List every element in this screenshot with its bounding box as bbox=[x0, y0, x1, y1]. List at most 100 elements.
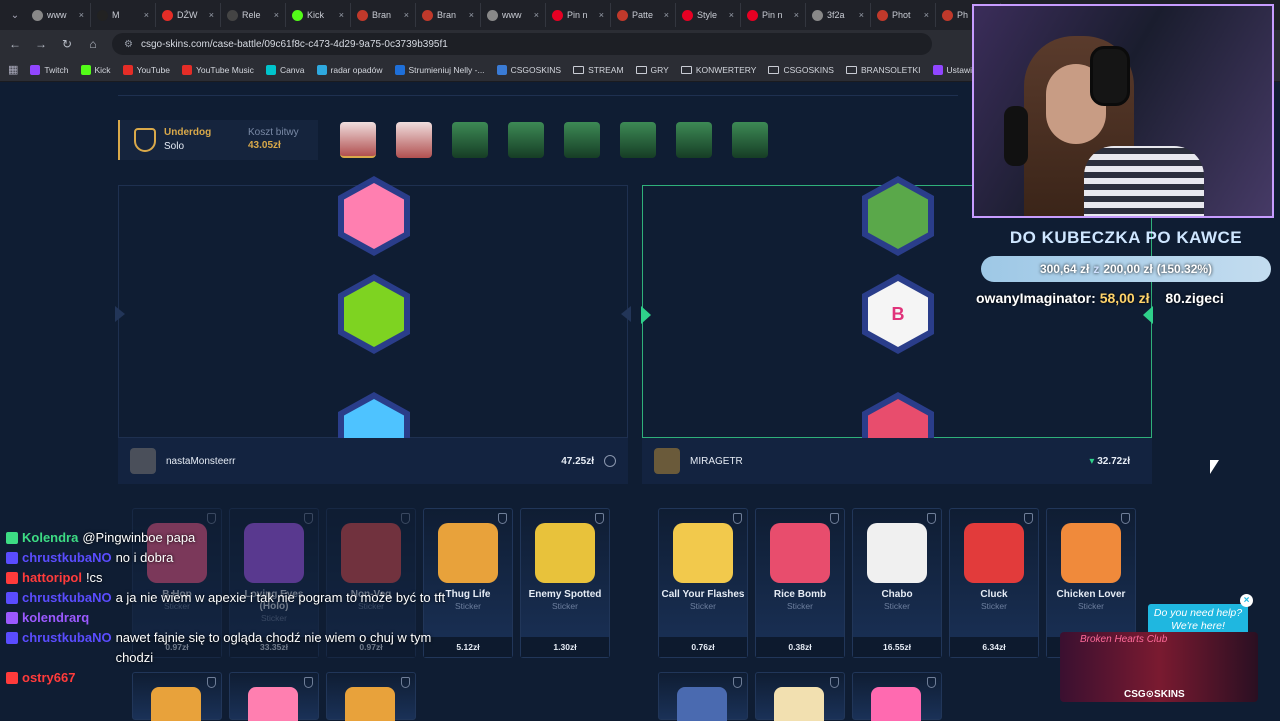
browser-tab[interactable]: DŹW × bbox=[156, 3, 221, 27]
case-item-icon[interactable] bbox=[676, 122, 712, 158]
brand-icon bbox=[422, 9, 433, 21]
apps-grid-icon[interactable]: ▦ bbox=[8, 63, 18, 76]
close-tab-icon[interactable]: × bbox=[339, 10, 344, 20]
close-tab-icon[interactable]: × bbox=[599, 10, 604, 20]
url-field[interactable]: ⚙ csgo-skins.com/case-battle/09c61f8c-c4… bbox=[112, 33, 932, 55]
drop-card[interactable]: Rice Bomb Sticker 0.38zł bbox=[755, 508, 845, 658]
bookmark-item[interactable]: KONWERTERY bbox=[680, 65, 756, 75]
tab-title: Bran bbox=[437, 10, 457, 20]
bookmark-item[interactable]: Canva bbox=[265, 64, 305, 75]
goal-percent: (150.32%) bbox=[1156, 262, 1213, 276]
player-name: MIRAGETR bbox=[690, 455, 743, 467]
close-tab-icon[interactable]: × bbox=[794, 10, 799, 20]
goal-progress: 300,64 zł z 200,00 zł (150.32%) bbox=[981, 256, 1271, 282]
close-tab-icon[interactable]: × bbox=[729, 10, 734, 20]
browser-tab[interactable]: Kick × bbox=[286, 3, 351, 27]
tab-title: Bran bbox=[372, 10, 392, 20]
close-tab-icon[interactable]: × bbox=[664, 10, 669, 20]
bookmark-item[interactable]: CSGOSKINS bbox=[768, 65, 834, 75]
tab-title: Pin n bbox=[567, 10, 588, 20]
drop-card[interactable]: Enemy Spotted Sticker 1.30zł bbox=[520, 508, 610, 658]
browser-tab[interactable]: www × bbox=[481, 3, 546, 27]
sticker-image bbox=[867, 523, 927, 583]
drop-type: Sticker bbox=[552, 601, 578, 611]
drop-card[interactable]: Chabo Sticker 16.55zł bbox=[852, 508, 942, 658]
bookmark-item[interactable]: Kick bbox=[80, 64, 111, 75]
browser-tab[interactable]: Style × bbox=[676, 3, 741, 27]
bookmark-item[interactable]: YouTube bbox=[122, 64, 170, 75]
shield-icon[interactable] bbox=[830, 513, 839, 524]
home-icon[interactable]: ⌂ bbox=[86, 37, 100, 51]
bookmark-item[interactable]: CSGOSKINS bbox=[496, 64, 561, 75]
shield-icon[interactable] bbox=[927, 513, 936, 524]
drop-card[interactable] bbox=[852, 672, 942, 721]
shield-icon[interactable] bbox=[498, 513, 507, 524]
close-tab-icon[interactable]: × bbox=[209, 10, 214, 20]
close-tab-icon[interactable]: × bbox=[274, 10, 279, 20]
drop-card[interactable]: Call Your Flashes Sticker 0.76zł bbox=[658, 508, 748, 658]
case-item-icon[interactable] bbox=[564, 122, 600, 158]
browser-tab[interactable]: M × bbox=[91, 3, 156, 27]
bookmark-item[interactable]: Strumieniuj Nelly -... bbox=[394, 64, 485, 75]
close-tab-icon[interactable]: × bbox=[924, 10, 929, 20]
drop-name: Rice Bomb bbox=[773, 589, 827, 600]
drop-card[interactable]: Cluck Sticker 6.34zł bbox=[949, 508, 1039, 658]
tab-title: Pin n bbox=[762, 10, 783, 20]
shield-icon[interactable] bbox=[733, 513, 742, 524]
browser-tab[interactable]: Bran × bbox=[416, 3, 481, 27]
bookmark-label: CSGOSKINS bbox=[783, 64, 834, 75]
shield-icon[interactable] bbox=[595, 513, 604, 524]
browser-tab[interactable]: Phot × bbox=[871, 3, 936, 27]
drop-price: 1.30zł bbox=[521, 637, 609, 657]
case-item-icon[interactable] bbox=[732, 122, 768, 158]
browser-tab[interactable]: 3f2a × bbox=[806, 3, 871, 27]
shield-icon[interactable] bbox=[304, 513, 313, 524]
browser-tab[interactable]: Rele × bbox=[221, 3, 286, 27]
bookmark-item[interactable]: Twitch bbox=[30, 64, 69, 75]
case-item-icon[interactable] bbox=[508, 122, 544, 158]
shield-icon[interactable] bbox=[401, 513, 410, 524]
drop-type: Sticker bbox=[884, 601, 910, 611]
back-icon[interactable]: ← bbox=[8, 37, 22, 51]
close-tab-icon[interactable]: × bbox=[534, 10, 539, 20]
player-total: 47.25zł bbox=[561, 455, 594, 467]
close-tab-icon[interactable]: × bbox=[79, 10, 84, 20]
close-tab-icon[interactable]: × bbox=[404, 10, 409, 20]
browser-tab[interactable]: www × bbox=[26, 3, 91, 27]
reload-icon[interactable]: ↻ bbox=[60, 37, 74, 51]
forward-icon[interactable]: → bbox=[34, 37, 48, 51]
tab-search-icon[interactable]: ⌄ bbox=[4, 4, 26, 26]
case-item-icon[interactable] bbox=[396, 122, 432, 158]
donation-goal-overlay: DO KUBECZKA PO KAWCE 300,64 zł z 200,00 … bbox=[976, 228, 1276, 306]
bookmark-item[interactable]: BRANSOLETKI bbox=[845, 65, 921, 75]
shield-icon[interactable] bbox=[1121, 513, 1130, 524]
sticker-image bbox=[673, 523, 733, 583]
battle-cost-value: 43.05zł bbox=[248, 140, 281, 151]
case-item-icon[interactable] bbox=[620, 122, 656, 158]
browser-tab[interactable]: Pin n × bbox=[546, 3, 611, 27]
chat-message: Kolendra @Pingwinboe papa bbox=[0, 528, 470, 548]
bookmark-item[interactable]: GRY bbox=[635, 65, 669, 75]
shield-icon[interactable] bbox=[207, 513, 216, 524]
browser-tab[interactable]: Pin n × bbox=[741, 3, 806, 27]
case-item-icon[interactable] bbox=[340, 122, 376, 158]
close-tab-icon[interactable]: × bbox=[144, 10, 149, 20]
site-info-icon[interactable]: ⚙ bbox=[124, 39, 133, 50]
drop-card[interactable] bbox=[755, 672, 845, 721]
close-tab-icon[interactable]: × bbox=[469, 10, 474, 20]
close-icon[interactable]: × bbox=[1240, 594, 1253, 607]
bookmark-item[interactable]: YouTube Music bbox=[181, 64, 254, 75]
bookmark-item[interactable]: radar opadów bbox=[316, 64, 383, 75]
browser-tab[interactable]: Bran × bbox=[351, 3, 416, 27]
ticker-name: owanyImaginator: bbox=[976, 290, 1096, 306]
close-tab-icon[interactable]: × bbox=[859, 10, 864, 20]
bookmark-favicon-icon bbox=[181, 64, 192, 75]
tab-title: M bbox=[112, 10, 120, 20]
shield-icon[interactable] bbox=[1024, 513, 1033, 524]
bookmark-item[interactable]: STREAM bbox=[573, 65, 624, 75]
chat-text: nawet fajnie się to ogląda chodź nie wie… bbox=[115, 630, 432, 665]
drop-card[interactable] bbox=[658, 672, 748, 721]
emoji-icon[interactable] bbox=[604, 455, 616, 467]
case-item-icon[interactable] bbox=[452, 122, 488, 158]
browser-tab[interactable]: Patte × bbox=[611, 3, 676, 27]
